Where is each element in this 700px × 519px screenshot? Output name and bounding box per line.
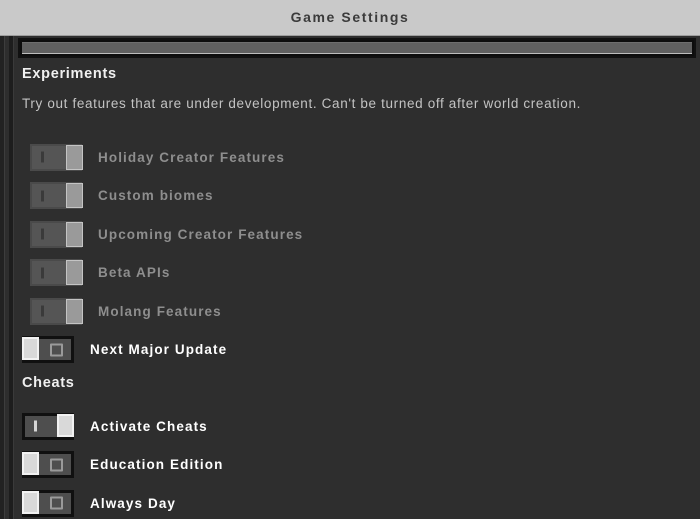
setting-label-upcoming-creator-features: Upcoming Creator Features bbox=[98, 226, 304, 242]
toggle-custom-biomes bbox=[30, 182, 83, 209]
setting-row-upcoming-creator-features: Upcoming Creator Features bbox=[30, 217, 303, 251]
section-heading-experiments: Experiments bbox=[22, 66, 117, 82]
window-left-rail-outer bbox=[0, 36, 5, 519]
setting-label-next-major-update: Next Major Update bbox=[90, 342, 228, 357]
setting-row-education-edition[interactable]: Education Edition bbox=[22, 448, 223, 482]
window-title: Game Settings bbox=[290, 9, 410, 25]
setting-row-custom-biomes: Custom biomes bbox=[30, 179, 214, 213]
window-body: Experiments Try out features that are und… bbox=[0, 36, 700, 519]
toggle-thumb-custom-biomes bbox=[66, 183, 83, 208]
setting-label-beta-apis: Beta APIs bbox=[98, 265, 171, 280]
toggle-thumb-holiday-creator-features bbox=[66, 144, 83, 170]
toggle-molang-features bbox=[30, 297, 83, 325]
toggle-on-bar-icon bbox=[41, 228, 44, 240]
settings-scroll-content: Experiments Try out features that are und… bbox=[14, 36, 700, 519]
toggle-thumb-upcoming-creator-features bbox=[66, 221, 83, 247]
toggle-thumb-education-edition[interactable] bbox=[22, 452, 39, 475]
setting-row-molang-features: Molang Features bbox=[30, 294, 222, 328]
toggle-holiday-creator-features bbox=[30, 143, 83, 171]
setting-row-next-major-update[interactable]: Next Major Update bbox=[22, 333, 227, 367]
toggle-on-bar-icon bbox=[41, 151, 44, 163]
setting-label-holiday-creator-features: Holiday Creator Features bbox=[98, 149, 285, 165]
setting-label-activate-cheats: Activate Cheats bbox=[90, 418, 208, 434]
toggle-off-square-icon bbox=[50, 496, 63, 510]
toggle-on-bar-icon bbox=[34, 420, 37, 432]
toggle-activate-cheats[interactable] bbox=[22, 412, 74, 440]
toggle-thumb-activate-cheats[interactable] bbox=[57, 413, 74, 437]
toggle-beta-apis bbox=[30, 259, 83, 286]
setting-row-always-day[interactable]: Always Day bbox=[22, 486, 176, 519]
toggle-thumb-always-day[interactable] bbox=[22, 490, 39, 514]
window-titlebar: Game Settings bbox=[0, 0, 700, 36]
toggle-on-bar-icon bbox=[41, 190, 44, 201]
setting-row-activate-cheats[interactable]: Activate Cheats bbox=[22, 409, 208, 443]
toggle-thumb-next-major-update[interactable] bbox=[22, 337, 39, 360]
game-settings-window: Game Settings Experiments Try out feature… bbox=[0, 0, 700, 519]
setting-label-education-edition: Education Edition bbox=[90, 457, 224, 472]
toggle-off-square-icon bbox=[50, 458, 63, 471]
toggle-on-bar-icon bbox=[41, 267, 44, 278]
section-description-experiments: Try out features that are under developm… bbox=[22, 96, 582, 111]
toggle-education-edition[interactable] bbox=[22, 451, 74, 478]
setting-label-always-day: Always Day bbox=[90, 495, 177, 511]
toggle-off-square-icon bbox=[50, 343, 63, 356]
toggle-thumb-molang-features bbox=[66, 298, 83, 324]
toggle-upcoming-creator-features bbox=[30, 220, 83, 248]
toggle-next-major-update[interactable] bbox=[22, 336, 74, 363]
toggle-on-bar-icon bbox=[41, 305, 44, 317]
setting-row-beta-apis: Beta APIs bbox=[30, 256, 170, 290]
setting-row-holiday-creator-features: Holiday Creator Features bbox=[30, 140, 285, 174]
toggle-thumb-beta-apis bbox=[66, 260, 83, 285]
toggle-always-day[interactable] bbox=[22, 489, 74, 517]
section-heading-cheats: Cheats bbox=[22, 375, 75, 391]
setting-label-molang-features: Molang Features bbox=[98, 303, 222, 319]
setting-label-custom-biomes: Custom biomes bbox=[98, 188, 214, 203]
